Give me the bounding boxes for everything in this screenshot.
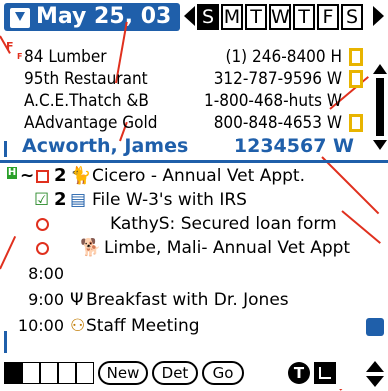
phone-name: AAdvantage Gold [24, 113, 158, 133]
note-flag-icon[interactable] [349, 70, 363, 88]
agenda-text: Breakfast with Dr. Jones [86, 290, 289, 310]
priority: 2 [54, 189, 67, 210]
time-label: 10:00 [17, 316, 64, 335]
meeting-icon: ⚇ [70, 316, 86, 336]
agenda-row[interactable]: KathyS: Secured loan form [0, 212, 388, 236]
checked-checkbox-icon[interactable]: ☑ [34, 188, 49, 212]
resize-icon[interactable] [314, 362, 336, 384]
repeat-icon: ~ [20, 166, 35, 186]
day-tuesday[interactable]: T [245, 4, 267, 30]
nav-down-icon[interactable] [366, 376, 384, 387]
phone-row[interactable]: 95th Restaurant 312-787-9596 W [24, 68, 364, 90]
day-saturday[interactable]: S [341, 4, 363, 30]
scroll-down-icon[interactable] [373, 140, 387, 150]
agenda-text: Cicero - Annual Vet Appt. [92, 166, 305, 186]
agenda-row[interactable]: ~ 2 🐈 Cicero - Annual Vet Appt. [0, 164, 388, 188]
phone-row-selected[interactable]: Acworth, James 1234567 W [22, 134, 362, 158]
agenda-row[interactable]: 🐕 Limbe, Mali- Annual Vet Appt [0, 236, 388, 260]
new-button[interactable]: New [98, 361, 148, 385]
agenda-row[interactable]: 9:00 Ψ Breakfast with Dr. Jones [0, 288, 388, 312]
phone-row[interactable]: AAdvantage Gold 800-848-4653 W [24, 112, 364, 134]
time-label: 8:00 [28, 264, 64, 283]
next-week-arrow-icon[interactable] [373, 6, 384, 26]
phone-number: 800-848-4653 W [213, 113, 342, 133]
date-label[interactable]: May 25, 03 [36, 4, 171, 30]
phone-name: Acworth, James [22, 135, 189, 157]
view-month-button[interactable] [40, 362, 58, 384]
day-wednesday[interactable]: W [269, 4, 291, 30]
today-button[interactable]: T [288, 362, 310, 384]
dog-icon: 🐕 [80, 238, 102, 258]
menu-dropdown-icon[interactable] [10, 8, 30, 28]
file-icon: ▤ [70, 190, 87, 210]
agenda-text: KathyS: Secured loan form [110, 214, 337, 234]
scrollbar-thumb[interactable] [376, 78, 384, 136]
todo-circle-icon[interactable] [36, 218, 49, 231]
marker-f-small: F [17, 52, 23, 61]
agenda-text: Staff Meeting [86, 316, 200, 336]
scroll-up-icon[interactable] [373, 64, 387, 74]
todo-circle-icon[interactable] [36, 242, 49, 255]
time-label: 9:00 [28, 290, 64, 309]
day-friday[interactable]: F [317, 4, 339, 30]
agenda-row[interactable]: 8:00 [0, 262, 388, 286]
phone-number: 1-800-468-huts W [204, 91, 342, 111]
view-list-button[interactable] [76, 362, 94, 384]
prev-week-arrow-icon[interactable] [184, 6, 195, 26]
pet-icon: 🐈 [70, 166, 92, 186]
phone-name: A.C.E.Thatch &B [24, 91, 149, 111]
priority: 2 [54, 165, 67, 186]
phone-number: 1234567 W [233, 135, 354, 157]
agenda-text: Limbe, Mali- Annual Vet Appt [104, 238, 351, 258]
phone-row[interactable]: A.C.E.Thatch &B 1-800-468-huts W [24, 90, 364, 112]
phone-number: 312-787-9596 W [213, 69, 342, 89]
phone-name: 84 Lumber [24, 47, 107, 67]
phone-number: (1) 246-8400 H [225, 47, 342, 67]
view-year-button[interactable] [58, 362, 76, 384]
nav-up-icon[interactable] [366, 361, 384, 372]
day-sunday[interactable]: S [197, 4, 219, 30]
day-thursday[interactable]: T [293, 4, 315, 30]
note-icon[interactable] [366, 318, 384, 336]
phone-name: 95th Restaurant [24, 69, 148, 89]
note-flag-icon[interactable] [349, 48, 363, 66]
details-button[interactable]: Det [152, 361, 198, 385]
agenda-text: File W-3's with IRS [92, 190, 247, 210]
agenda-row[interactable]: ☑ 2 ▤ File W-3's with IRS [0, 188, 388, 212]
selection-marker [4, 141, 7, 157]
note-flag-icon[interactable] [349, 114, 363, 132]
agenda-row[interactable]: 10:00 ⚇ Staff Meeting [0, 314, 388, 338]
pane-divider[interactable] [0, 160, 388, 163]
go-button[interactable]: Go [202, 361, 244, 385]
phone-row[interactable]: 84 Lumber (1) 246-8400 H [24, 46, 364, 68]
todo-checkbox[interactable] [36, 170, 49, 183]
view-day-button[interactable] [4, 362, 22, 384]
meal-icon: Ψ [70, 290, 84, 310]
range-marker [4, 331, 7, 353]
header-bar: May 25, 03 S M T W T F S [0, 0, 388, 34]
day-monday[interactable]: M [221, 4, 243, 30]
view-week-button[interactable] [22, 362, 40, 384]
